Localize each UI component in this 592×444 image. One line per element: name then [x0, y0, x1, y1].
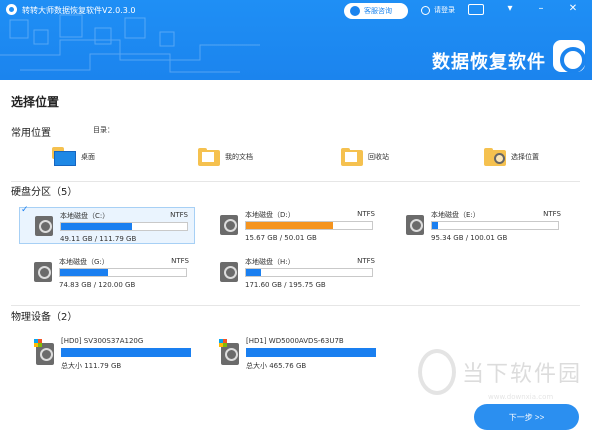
usage-bar [245, 221, 373, 230]
app-title: 转转大师数据恢复软件V2.0.3.0 [22, 6, 136, 15]
usage-bar [245, 268, 373, 277]
desktop-icon [52, 147, 76, 167]
device-name: [HD1] WD5000AVDS-63U7B [246, 337, 344, 345]
partition-name: 本地磁盘（C:） [60, 212, 110, 220]
hard-disk-icon [220, 215, 238, 235]
windows-logo-icon [34, 339, 42, 347]
device-name: [HD0] SV300S37A120G [61, 337, 144, 345]
partitions-title: 硬盘分区（5） [11, 187, 78, 198]
chat-icon [350, 6, 360, 16]
device-bar [246, 348, 376, 357]
partition-size: 171.60 GB / 195.75 GB [245, 281, 326, 289]
watermark-url: www.downxia.com [488, 393, 554, 401]
directory-label: 目录： [93, 126, 114, 134]
partition-g[interactable]: 本地磁盘（G:） NTFS 74.83 GB / 120.00 GB [19, 254, 195, 291]
location-label: 回收站 [368, 153, 389, 161]
device-hd1[interactable]: [HD1] WD5000AVDS-63U7B 总大小 465.76 GB [219, 337, 391, 373]
usage-fill [246, 269, 262, 276]
location-recycle-bin[interactable]: 回收站 [341, 148, 389, 166]
location-label: 我的文档 [225, 153, 253, 161]
usage-fill [61, 223, 132, 230]
menu-dropdown-icon[interactable]: ▾ [502, 3, 518, 14]
documents-folder-icon [198, 148, 220, 166]
login-button[interactable]: 请登录 [421, 5, 455, 15]
partition-h[interactable]: 本地磁盘（H:） NTFS 171.60 GB / 195.75 GB [205, 254, 381, 291]
partition-name: 本地磁盘（G:） [59, 258, 109, 266]
minimize-icon[interactable]: – [533, 3, 549, 14]
watermark-text: 当下软件园 [462, 362, 583, 387]
common-locations-title: 常用位置 [11, 128, 51, 139]
usage-fill [246, 222, 333, 229]
partition-name: 本地磁盘（E:） [431, 211, 480, 219]
location-browse[interactable]: 选择位置 [484, 148, 539, 166]
usage-bar [59, 268, 187, 277]
location-documents[interactable]: 我的文档 [198, 148, 253, 166]
partition-d[interactable]: 本地磁盘（D:） NTFS 15.67 GB / 50.01 GB [205, 207, 381, 244]
checkmark-icon: ✓ [21, 205, 29, 215]
watermark: 当下软件园 www.downxia.com [418, 349, 583, 401]
partition-name: 本地磁盘（H:） [245, 258, 295, 266]
divider [11, 305, 580, 306]
device-hd0[interactable]: [HD0] SV300S37A120G 总大小 111.79 GB [34, 337, 206, 373]
page-title: 选择位置 [11, 95, 60, 109]
partition-filesystem: NTFS [543, 210, 561, 218]
usage-fill [432, 222, 439, 229]
hard-disk-icon [220, 262, 238, 282]
location-desktop[interactable]: 桌面 [52, 147, 95, 167]
hard-disk-icon [34, 262, 52, 282]
partition-size: 74.83 GB / 120.00 GB [59, 281, 136, 289]
divider [11, 181, 580, 182]
partition-filesystem: NTFS [357, 210, 375, 218]
circuit-decoration [0, 14, 260, 73]
partition-c[interactable]: ✓ 本地磁盘（C:） NTFS 49.11 GB / 111.79 GB [19, 205, 195, 244]
vip-icon[interactable] [468, 4, 484, 15]
partition-e[interactable]: 本地磁盘（E:） NTFS 95.34 GB / 100.01 GB [391, 207, 567, 244]
brand-logo-icon [553, 40, 586, 73]
partition-size: 15.67 GB / 50.01 GB [245, 234, 317, 242]
location-label: 桌面 [81, 153, 95, 161]
usage-fill [60, 269, 108, 276]
hard-disk-icon [406, 215, 424, 235]
device-size: 总大小 111.79 GB [61, 362, 122, 370]
browse-location-icon [484, 148, 506, 166]
partition-size: 95.34 GB / 100.01 GB [431, 234, 508, 242]
devices-title: 物理设备（2） [11, 312, 78, 323]
partition-size: 49.11 GB / 111.79 GB [60, 235, 137, 243]
partition-filesystem: NTFS [171, 257, 189, 265]
usage-bar [60, 222, 188, 231]
watermark-logo-icon [418, 349, 456, 395]
partition-name: 本地磁盘（D:） [245, 211, 295, 219]
partition-filesystem: NTFS [170, 211, 188, 219]
customer-service-button[interactable]: 客服咨询 [344, 3, 408, 19]
windows-logo-icon [219, 339, 227, 347]
partition-filesystem: NTFS [357, 257, 375, 265]
device-size: 总大小 465.76 GB [246, 362, 307, 370]
brand-title: 数据恢复软件 [432, 52, 546, 73]
app-logo-icon [6, 4, 17, 15]
recycle-bin-icon [341, 148, 363, 166]
user-icon [421, 5, 430, 15]
location-label: 选择位置 [511, 153, 539, 161]
header-banner: 转转大师数据恢复软件V2.0.3.0 客服咨询 请登录 ▾ – ✕ 数据恢复软件 [0, 0, 592, 80]
next-button[interactable]: 下一步 >> [474, 404, 579, 430]
customer-service-label: 客服咨询 [364, 7, 392, 15]
device-bar [61, 348, 191, 357]
close-icon[interactable]: ✕ [565, 3, 581, 14]
hard-disk-icon [35, 216, 53, 236]
usage-bar [431, 221, 559, 230]
login-label: 请登录 [434, 6, 455, 14]
